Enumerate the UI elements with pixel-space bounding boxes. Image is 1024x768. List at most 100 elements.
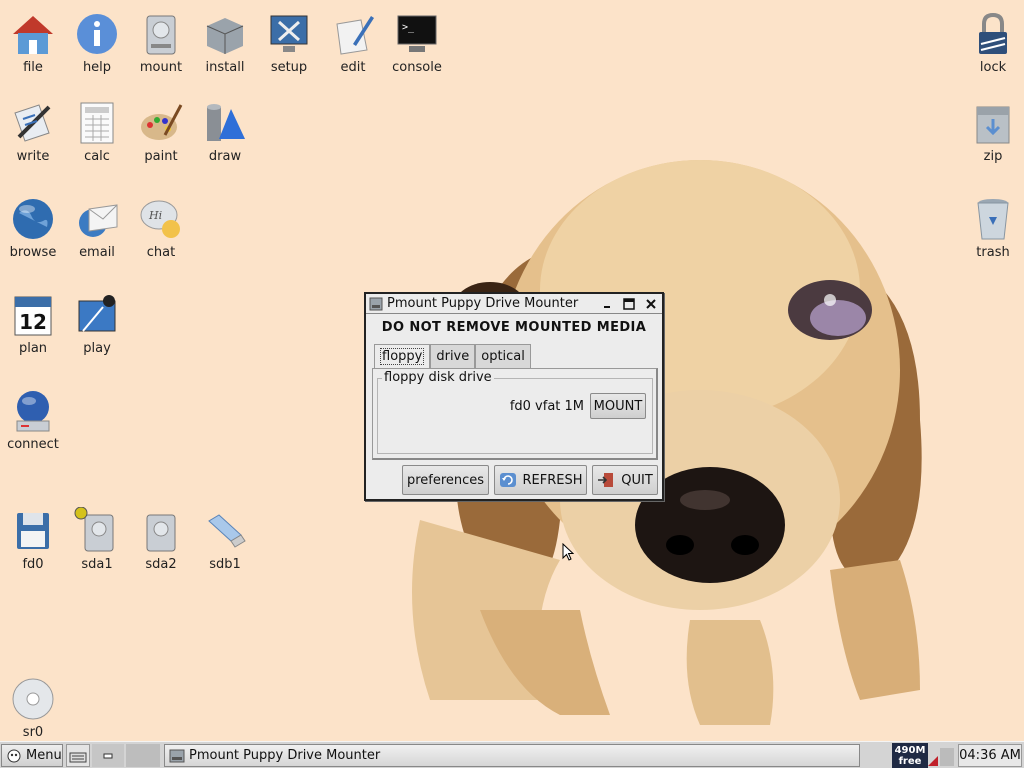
desktop-icon-sda1[interactable]: sda1 bbox=[65, 501, 129, 572]
clock[interactable]: 04:36 AM bbox=[958, 744, 1022, 767]
desktop-icon-plan[interactable]: 12 plan bbox=[1, 285, 65, 356]
svg-text:>_: >_ bbox=[402, 22, 415, 33]
desktop-icon-label: setup bbox=[270, 60, 308, 75]
group-label: floppy disk drive bbox=[382, 370, 494, 385]
usb-drive-icon bbox=[208, 514, 246, 548]
desktop-icon-file[interactable]: file bbox=[1, 4, 65, 75]
desktop-icon-label: browse bbox=[9, 245, 57, 260]
hard-drive-mounted-icon bbox=[74, 507, 114, 552]
desktop-icon-zip[interactable]: zip bbox=[961, 93, 1024, 164]
desktop-icon-chat[interactable]: Hi chat bbox=[129, 189, 193, 260]
close-button[interactable] bbox=[640, 295, 662, 313]
task-button-pmount[interactable]: Pmount Puppy Drive Mounter bbox=[164, 744, 860, 767]
desktop-icon-fd0[interactable]: fd0 bbox=[1, 501, 65, 572]
minimize-icon bbox=[604, 305, 610, 308]
desktop-icon-label: sda1 bbox=[81, 557, 113, 572]
network-connect-icon bbox=[16, 391, 50, 432]
network-status-icon bbox=[928, 748, 954, 766]
calendar-day-number: 12 bbox=[19, 310, 47, 334]
desktop-icon-console[interactable]: >_ console bbox=[385, 4, 449, 75]
keyboard-icon bbox=[69, 752, 87, 762]
exit-door-icon bbox=[598, 473, 614, 487]
svg-text:Hi: Hi bbox=[148, 209, 162, 222]
desktop-icon-label: sda2 bbox=[145, 557, 177, 572]
close-icon bbox=[646, 298, 656, 309]
device-info: fd0 vfat 1M bbox=[509, 399, 584, 414]
quit-button[interactable]: QUIT bbox=[592, 465, 658, 495]
calendar-icon: 12 bbox=[14, 296, 52, 336]
desktop-icon-install[interactable]: install bbox=[193, 4, 257, 75]
text-editor-pen-icon bbox=[336, 16, 374, 55]
trash-bin-icon bbox=[977, 199, 1009, 240]
desktop-icon-label: connect bbox=[7, 437, 59, 452]
globe-browser-icon bbox=[13, 199, 53, 239]
help-info-icon bbox=[77, 14, 117, 54]
preferences-button[interactable]: preferences bbox=[402, 465, 489, 495]
desktop-icon-label: sdb1 bbox=[209, 557, 241, 572]
desktop-icon-label: calc bbox=[84, 149, 110, 164]
desktop-icon-connect[interactable]: connect bbox=[1, 381, 65, 452]
desktop-icon-label: paint bbox=[144, 149, 178, 164]
refresh-button[interactable]: REFRESH bbox=[494, 465, 587, 495]
desktop-icon-sda2[interactable]: sda2 bbox=[129, 501, 193, 572]
mount-button[interactable]: MOUNT bbox=[590, 393, 646, 419]
pmount-window: Pmount Puppy Drive Mounter DO NOT REMOVE… bbox=[364, 292, 664, 501]
hard-drive-icon bbox=[146, 15, 176, 55]
tab-panel-floppy: floppy disk drive fd0 vfat 1M MOUNT bbox=[372, 368, 658, 460]
desktop-icon-label: zip bbox=[983, 149, 1003, 164]
maximize-icon bbox=[623, 297, 635, 310]
drive-app-icon bbox=[369, 297, 383, 310]
taskbar: Menu Pmount Puppy Drive Mounter 490M fre… bbox=[0, 741, 1024, 768]
desktop-icon-sr0[interactable]: sr0 bbox=[1, 669, 65, 740]
window-title: Pmount Puppy Drive Mounter bbox=[387, 296, 579, 311]
free-space-indicator[interactable]: 490M free bbox=[892, 743, 928, 768]
desktop-icon-label: install bbox=[205, 60, 245, 75]
desktop-pager-2[interactable] bbox=[126, 744, 160, 767]
desktop-icon-label: email bbox=[79, 245, 115, 260]
desktop-icon-label: chat bbox=[146, 245, 176, 260]
desktop-icon-mount[interactable]: mount bbox=[129, 4, 193, 75]
desktop-icon-edit[interactable]: edit bbox=[321, 4, 385, 75]
desktop-icon-paint[interactable]: paint bbox=[129, 93, 193, 164]
quicklaunch-keyboard[interactable] bbox=[66, 744, 90, 767]
desktop-icon-email[interactable]: email bbox=[65, 189, 129, 260]
spreadsheet-icon bbox=[80, 102, 114, 144]
warning-heading: DO NOT REMOVE MOUNTED MEDIA bbox=[381, 320, 647, 335]
desktop-icon-help[interactable]: help bbox=[65, 4, 129, 75]
desktop-icon-setup[interactable]: setup bbox=[257, 4, 321, 75]
desktop-icon-label: mount bbox=[139, 60, 183, 75]
desktop-icon-label: lock bbox=[979, 60, 1007, 75]
desktop-icon-label: file bbox=[23, 60, 43, 75]
desktop-icon-browse[interactable]: browse bbox=[1, 189, 65, 260]
email-envelope-icon bbox=[79, 204, 118, 237]
tab-drive[interactable]: drive bbox=[430, 344, 476, 368]
desktop-icon-sdb1[interactable]: sdb1 bbox=[193, 501, 257, 572]
puppy-logo-icon bbox=[7, 749, 21, 762]
desktop-icon-lock[interactable]: lock bbox=[961, 4, 1024, 75]
tab-optical[interactable]: optical bbox=[475, 344, 531, 368]
window-titlebar[interactable]: Pmount Puppy Drive Mounter bbox=[366, 294, 662, 314]
word-processor-icon bbox=[14, 104, 51, 142]
desktop-icon-label: write bbox=[16, 149, 50, 164]
menu-button[interactable]: Menu bbox=[1, 744, 63, 767]
archive-icon bbox=[976, 106, 1010, 144]
desktop-icon-label: help bbox=[82, 60, 112, 75]
desktop-pager-1[interactable] bbox=[92, 744, 124, 767]
mouse-cursor-icon bbox=[562, 543, 574, 561]
setup-tools-icon bbox=[270, 15, 308, 52]
home-folder-icon bbox=[13, 16, 53, 54]
desktop-icon-draw[interactable]: draw bbox=[193, 93, 257, 164]
minimize-button[interactable] bbox=[596, 295, 618, 313]
desktop-icon-play[interactable]: play bbox=[65, 285, 129, 356]
desktop-icon-trash[interactable]: trash bbox=[961, 189, 1024, 260]
optical-disc-icon bbox=[12, 678, 54, 720]
floppy-disk-icon bbox=[17, 513, 49, 549]
tab-floppy[interactable]: floppy bbox=[374, 344, 431, 368]
pager-window-icon bbox=[103, 753, 113, 758]
maximize-button[interactable] bbox=[618, 295, 640, 313]
hard-drive-icon bbox=[146, 514, 176, 552]
desktop-icon-write[interactable]: write bbox=[1, 93, 65, 164]
desktop-icon-label: draw bbox=[208, 149, 242, 164]
desktop-icon-calc[interactable]: calc bbox=[65, 93, 129, 164]
desktop-icon-label: edit bbox=[340, 60, 366, 75]
